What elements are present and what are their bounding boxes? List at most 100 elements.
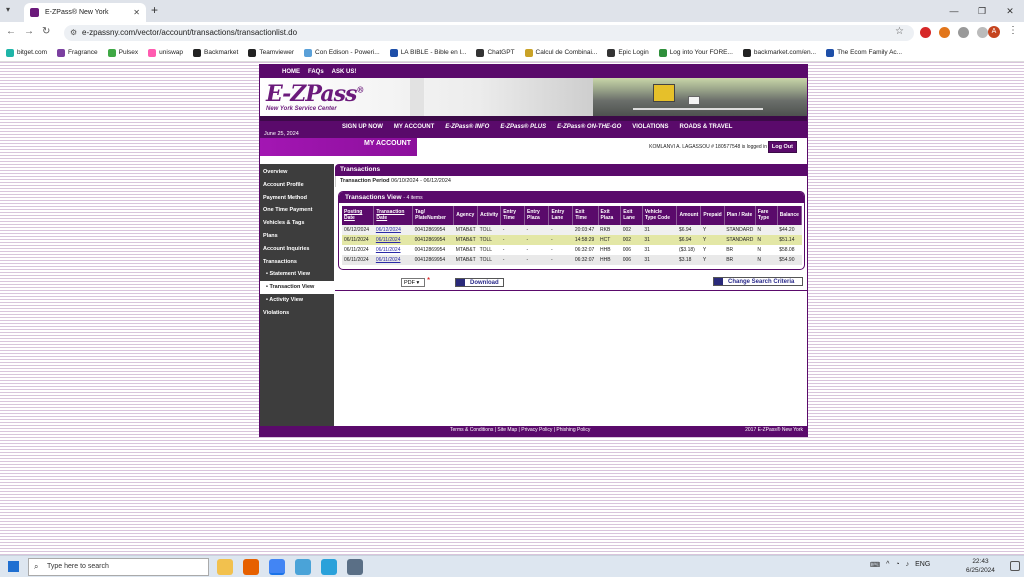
- sidebar-item-vehicles-tags[interactable]: Vehicles & Tags: [260, 217, 334, 230]
- nav-sign-up[interactable]: SIGN UP NOW: [342, 124, 383, 130]
- telegram-icon[interactable]: [321, 559, 337, 575]
- bookmark-item[interactable]: Con Edison - Poweri...: [304, 48, 380, 57]
- bookmark-favicon-icon: [658, 48, 667, 57]
- url-field[interactable]: ⚙ e-zpassny.com/vector/account/transacti…: [64, 25, 914, 41]
- sidebar-item-overview[interactable]: Overview: [260, 166, 334, 179]
- format-select[interactable]: PDF ▾: [401, 278, 425, 287]
- url-text: e-zpassny.com/vector/account/transaction…: [82, 28, 298, 37]
- col-exit-plaza: Exit Plaza: [598, 206, 622, 225]
- site-footer: Terms & Conditions | Site Map | Privacy …: [260, 426, 807, 436]
- bookmark-favicon-icon: [304, 48, 313, 57]
- app-icon[interactable]: [295, 559, 311, 575]
- sidebar-item-account-profile[interactable]: Account Profile: [260, 179, 334, 192]
- bookmark-item[interactable]: Epic Login: [607, 48, 649, 57]
- site-info-icon[interactable]: ⚙: [70, 25, 77, 41]
- language-indicator[interactable]: ENG: [915, 561, 930, 569]
- nav-ezpass-info[interactable]: E-ZPass® INFO: [445, 124, 489, 130]
- extension-icon[interactable]: [920, 27, 931, 38]
- sidebar-item-activity-view[interactable]: • Activity View: [260, 294, 334, 307]
- ezpass-page: HOME FAQs ASK US! E-ZPass® New York Serv…: [259, 64, 808, 437]
- system-tray: ⌨ ^ ◔ ♪ ENG: [870, 561, 930, 569]
- forward-icon[interactable]: →: [24, 26, 34, 37]
- notifications-icon[interactable]: [1010, 561, 1020, 571]
- nav-violations[interactable]: VIOLATIONS: [632, 124, 668, 130]
- bookmark-favicon-icon: [476, 48, 485, 57]
- bookmark-item[interactable]: Calcul de Combinai...: [524, 48, 597, 57]
- profile-avatar[interactable]: A: [988, 26, 1000, 38]
- bookmark-item[interactable]: Log into Your FORE...: [658, 48, 733, 57]
- bookmark-item[interactable]: Fragrance: [57, 48, 98, 57]
- nav-ezpass-plus[interactable]: E-ZPass® PLUS: [500, 124, 546, 130]
- tab-search-icon[interactable]: ▾: [6, 5, 10, 14]
- download-button[interactable]: Download: [455, 278, 504, 287]
- col-transaction-date[interactable]: Transaction Date: [373, 206, 414, 225]
- chrome-icon[interactable]: [269, 559, 285, 575]
- bookmark-item[interactable]: The Ecom Family Ac...: [826, 48, 902, 57]
- windows-start-icon[interactable]: [8, 561, 19, 572]
- nav-ezpass-on-the-go[interactable]: E-ZPass® ON-THE-GO: [557, 124, 621, 130]
- sidebar-item-statement-view[interactable]: • Statement View: [260, 268, 334, 281]
- back-icon[interactable]: ←: [6, 26, 16, 37]
- close-tab-icon[interactable]: ✕: [133, 8, 140, 17]
- ezpass-logo[interactable]: E-ZPass®: [266, 81, 364, 107]
- bookmark-item[interactable]: Backmarket: [193, 48, 238, 57]
- col-exit-lane: Exit Lane: [620, 206, 643, 225]
- file-explorer-icon[interactable]: [217, 559, 233, 575]
- col-exit-time: Exit Time: [572, 206, 599, 225]
- new-tab-icon[interactable]: +: [151, 3, 158, 17]
- bookmark-item[interactable]: Pulsex: [107, 48, 138, 57]
- bookmark-item[interactable]: LA BIBLE - Bible en l...: [389, 48, 466, 57]
- browser-menu-icon[interactable]: ⋮: [1008, 25, 1018, 36]
- sidebar-item-account-inquiries[interactable]: Account Inquiries: [260, 243, 334, 256]
- minimize-icon[interactable]: —: [940, 0, 968, 22]
- sidebar-item-transactions[interactable]: Transactions: [260, 256, 334, 269]
- highway-photo: [593, 78, 807, 116]
- sidebar-item-plans[interactable]: Plans: [260, 230, 334, 243]
- firefox-icon[interactable]: [243, 559, 259, 575]
- volume-icon[interactable]: ♪: [906, 561, 910, 569]
- bookmark-favicon-icon: [607, 48, 616, 57]
- sidebar-item-transaction-view[interactable]: • Transaction View: [260, 281, 334, 294]
- maximize-icon[interactable]: ❐: [968, 0, 996, 22]
- bookmark-item[interactable]: bitget.com: [6, 48, 47, 57]
- reload-icon[interactable]: ↻: [42, 26, 50, 37]
- change-search-criteria-button[interactable]: Change Search Criteria: [713, 277, 803, 286]
- sidebar-item-one-time-payment[interactable]: One Time Payment: [260, 204, 334, 217]
- tab-title: E-ZPass® New York: [45, 9, 109, 16]
- sidebar-item-violations[interactable]: Violations: [260, 307, 334, 320]
- calculator-icon[interactable]: [347, 559, 363, 575]
- keyboard-icon[interactable]: ⌨: [870, 561, 880, 569]
- footer-links[interactable]: Terms & Conditions | Site Map | Privacy …: [450, 427, 590, 433]
- period-label: Transaction Period: [340, 178, 390, 184]
- extensions-puzzle-icon[interactable]: [958, 27, 969, 38]
- download-button-icon: [456, 279, 465, 286]
- metamask-icon[interactable]: [939, 27, 950, 38]
- bookmark-favicon-icon: [107, 48, 116, 57]
- nav-my-account[interactable]: MY ACCOUNT: [394, 124, 434, 130]
- bookmark-item[interactable]: backmarket.com/en...: [742, 48, 816, 57]
- top-nav-faqs[interactable]: FAQs: [308, 69, 324, 75]
- taskbar-clock[interactable]: 22:43 6/25/2024: [966, 557, 995, 575]
- top-nav-home[interactable]: HOME: [282, 69, 300, 75]
- side-panel-icon[interactable]: [977, 27, 988, 38]
- bookmark-favicon-icon: [6, 48, 14, 57]
- bookmark-star-icon[interactable]: ☆: [895, 26, 904, 37]
- taskbar-search-input[interactable]: ⌕ Type here to search: [28, 558, 209, 576]
- browser-tab[interactable]: E-ZPass® New York ✕: [24, 3, 146, 22]
- network-icon[interactable]: ◔: [895, 561, 899, 569]
- tray-chevron-icon[interactable]: ^: [886, 561, 889, 569]
- address-bar-row: ← → ↻ ⚙ e-zpassny.com/vector/account/tra…: [0, 22, 1024, 44]
- bookmark-item[interactable]: ChatGPT: [476, 48, 515, 57]
- col-posting-date[interactable]: Posting Date: [342, 206, 375, 225]
- nav-roads-travel[interactable]: ROADS & TRAVEL: [679, 124, 732, 130]
- logout-button[interactable]: Log Out: [767, 141, 797, 153]
- ezpass-favicon-icon: [30, 8, 39, 17]
- close-window-icon[interactable]: ✕: [996, 0, 1024, 22]
- top-nav-ask-us[interactable]: ASK US!: [332, 69, 357, 75]
- sidebar-item-payment-method[interactable]: Payment Method: [260, 192, 334, 205]
- bookmark-item[interactable]: uniswap: [148, 48, 183, 57]
- account-sidebar: Overview Account Profile Payment Method …: [260, 164, 334, 426]
- bookmark-item[interactable]: Teamviewer: [248, 48, 294, 57]
- transaction-period: Transaction Period 06/10/2024 - 06/12/20…: [335, 176, 808, 187]
- search-icon: ⌕: [34, 562, 39, 571]
